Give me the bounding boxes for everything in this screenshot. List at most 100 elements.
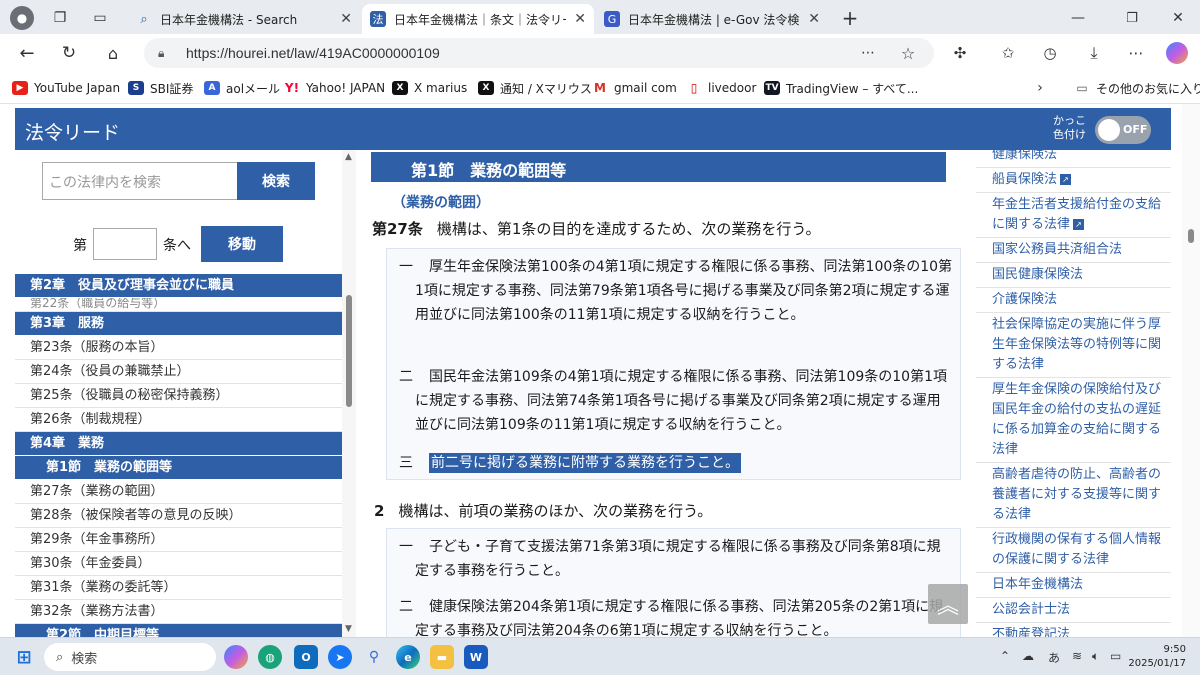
article-number-input[interactable] <box>93 228 157 260</box>
tab-egov[interactable]: G 日本年金機構法 | e-Gov 法令検索 ✕ <box>596 4 828 34</box>
related-law-link[interactable]: 国家公務員共済組合法 <box>976 238 1171 263</box>
download-icon[interactable]: ⤓ <box>1084 43 1104 63</box>
file-explorer-icon[interactable]: ▬ <box>430 645 454 669</box>
close-window-button[interactable]: ✕ <box>1168 8 1188 28</box>
toc-article-link[interactable]: 第28条（被保険者等の意見の反映） <box>15 504 342 528</box>
network-app-icon[interactable]: ⚲ <box>362 645 386 669</box>
extensions-icon[interactable]: ✣ <box>950 43 970 63</box>
related-law-link[interactable]: 介護保険法 <box>976 288 1171 313</box>
related-law-link[interactable]: 船員保険法 ↗ <box>976 168 1171 193</box>
favorite-star-icon[interactable]: ☆ <box>898 43 918 63</box>
related-law-link[interactable]: 高齢者虐待の防止、高齢者の養護者に対する支援等に関する法律 <box>976 463 1171 528</box>
related-law-link[interactable]: 社会保障協定の実施に伴う厚生年金保険法等の特例等に関する法律 <box>976 313 1171 378</box>
ime-indicator[interactable]: あ <box>1048 649 1060 666</box>
search-button[interactable]: 検索 <box>237 162 315 200</box>
toc-article-link[interactable]: 第24条（役員の兼職禁止） <box>15 360 342 384</box>
history-icon[interactable]: ◷ <box>1040 43 1060 63</box>
wifi-icon[interactable]: ≋ <box>1072 649 1082 663</box>
close-icon[interactable]: ✕ <box>340 11 352 27</box>
chevron-up-icon[interactable]: ⌃ <box>1000 649 1010 663</box>
site-logo[interactable]: 法令リード <box>25 118 120 145</box>
outlook-icon[interactable]: O <box>294 645 318 669</box>
taskbar-search[interactable]: ⌕ 検索 <box>44 643 216 671</box>
item-number: 二 <box>399 599 413 615</box>
cloud-icon[interactable]: ☁ <box>1022 649 1034 663</box>
reading-mode-icon[interactable]: ⋯ <box>858 43 878 63</box>
copilot-icon[interactable] <box>1166 42 1188 64</box>
more-menu-icon[interactable]: ⋯ <box>1126 43 1146 63</box>
toc-article-link[interactable]: 第27条（業務の範囲） <box>15 480 342 504</box>
globe-app-icon[interactable]: ◍ <box>258 645 282 669</box>
page-scrollbar[interactable] <box>1182 104 1200 637</box>
edge-icon[interactable]: e <box>396 645 420 669</box>
home-icon[interactable]: ⌂ <box>102 42 124 64</box>
tab-search[interactable]: ⌕ 日本年金機構法 - Search ✕ <box>128 4 360 34</box>
bookmark-youtube[interactable]: ▶ YouTube Japan <box>12 79 120 97</box>
windows-start-icon[interactable]: ⊞ <box>12 645 36 669</box>
toc-article-link[interactable]: 第31条（業務の委託等） <box>15 576 342 600</box>
url-field[interactable]: 🔒︎ https://hourei.net/law/419AC000000010… <box>144 38 934 68</box>
bookmark-livedoor[interactable]: ▯ livedoor <box>686 79 757 97</box>
related-law-link[interactable]: 年金生活者支援給付金の支給に関する法律 ↗ <box>976 193 1171 238</box>
scroll-down-icon[interactable]: ▼ <box>345 624 352 634</box>
close-icon[interactable]: ✕ <box>574 11 586 27</box>
scroll-to-top-button[interactable]: ︽ <box>928 584 968 624</box>
scroll-thumb[interactable] <box>346 295 352 407</box>
clock-date: 2025/01/17 <box>1128 658 1186 669</box>
left-scrollbar[interactable]: ▲ ▼ <box>342 150 356 637</box>
vertical-tabs-icon[interactable]: ▭ <box>90 8 110 28</box>
bracket-color-toggle[interactable]: OFF <box>1095 116 1151 144</box>
related-law-link[interactable]: 健康保険法 <box>976 150 1171 168</box>
related-law-link[interactable]: 行政機関の保有する個人情報の保護に関する法律 <box>976 528 1171 573</box>
related-law-label: 船員保険法 <box>992 172 1058 187</box>
toc-section[interactable]: 第2節 中期目標等 <box>15 624 342 637</box>
bookmark-sbi[interactable]: S SBI証券 <box>128 79 193 97</box>
clock[interactable]: 9:50 2025/01/17 <box>1120 643 1186 671</box>
word-icon[interactable]: W <box>464 645 488 669</box>
law-search-input[interactable]: この法律内を検索 <box>42 162 238 200</box>
bookmark-x-notify[interactable]: X 通知 / Xマリウス <box>478 79 592 97</box>
bookmark-tradingview[interactable]: TV TradingView – すべて... <box>764 79 918 97</box>
restore-button[interactable]: ❐ <box>1122 8 1142 28</box>
toc-article-link[interactable]: 第29条（年金事務所） <box>15 528 342 552</box>
bookmark-aol[interactable]: Aaolメール <box>204 79 280 97</box>
toc-chapter[interactable]: 第4章 業務 <box>15 432 342 456</box>
refresh-icon[interactable]: ↻ <box>58 42 80 64</box>
profile-avatar[interactable]: ● <box>10 6 34 30</box>
jump-button[interactable]: 移動 <box>201 226 283 262</box>
toc-article-link[interactable]: 第25条（役職員の秘密保持義務） <box>15 384 342 408</box>
toc-section[interactable]: 第1節 業務の範囲等 <box>15 456 342 480</box>
workspaces-icon[interactable]: ❐ <box>50 8 70 28</box>
related-law-link[interactable]: 不動産登記法 <box>976 623 1171 637</box>
chevron-right-icon[interactable]: › <box>1032 79 1048 97</box>
item-number: 一 <box>399 539 413 555</box>
toc-article-link[interactable]: 第26条（制裁規程） <box>15 408 342 432</box>
toc-article-link[interactable]: 第23条（服務の本旨） <box>15 336 342 360</box>
toc-article-link[interactable]: 第30条（年金委員） <box>15 552 342 576</box>
external-link-icon: ↗ <box>1060 174 1072 185</box>
related-law-link[interactable]: 国民健康保険法 <box>976 263 1171 288</box>
bookmark-gmail[interactable]: Mgmail com <box>592 79 677 97</box>
toc-chapter[interactable]: 第3章 服務 <box>15 312 342 336</box>
back-icon[interactable]: ← <box>16 42 38 64</box>
close-icon[interactable]: ✕ <box>808 11 820 27</box>
messenger-icon[interactable]: ➤ <box>328 645 352 669</box>
related-law-link[interactable]: 日本年金機構法 <box>976 573 1171 598</box>
scroll-thumb[interactable] <box>1188 229 1194 243</box>
speaker-icon[interactable]: 🔈︎ <box>1092 649 1099 664</box>
favorites-icon[interactable]: ✩ <box>998 43 1018 63</box>
bookmark-yahoo[interactable]: Y! Yahoo! JAPAN <box>284 79 385 97</box>
toc-article-link[interactable]: 第22条（職員の給与等） <box>15 298 342 312</box>
copilot-icon[interactable] <box>224 645 248 669</box>
minimize-button[interactable]: — <box>1068 8 1088 28</box>
scroll-up-icon[interactable]: ▲ <box>345 152 352 162</box>
new-tab-button[interactable]: + <box>838 6 862 30</box>
related-law-link[interactable]: 公認会計士法 <box>976 598 1171 623</box>
other-favorites-folder[interactable]: ▭ その他のお気に入り <box>1074 79 1200 97</box>
related-law-link[interactable]: 厚生年金保険の保険給付及び国民年金の給付の支払の遅延に係る加算金の支給に関する法… <box>976 378 1171 463</box>
bookmark-x-marius[interactable]: X X marius <box>392 79 467 97</box>
selected-text[interactable]: 前二号に掲げる業務に附帯する業務を行うこと。 <box>429 453 741 473</box>
tab-hourei[interactable]: 法 日本年金機構法｜条文｜法令リード ✕ <box>362 4 594 34</box>
toc-article-link[interactable]: 第32条（業務方法書） <box>15 600 342 624</box>
toc-chapter[interactable]: 第2章 役員及び理事会並びに職員 <box>15 274 342 298</box>
